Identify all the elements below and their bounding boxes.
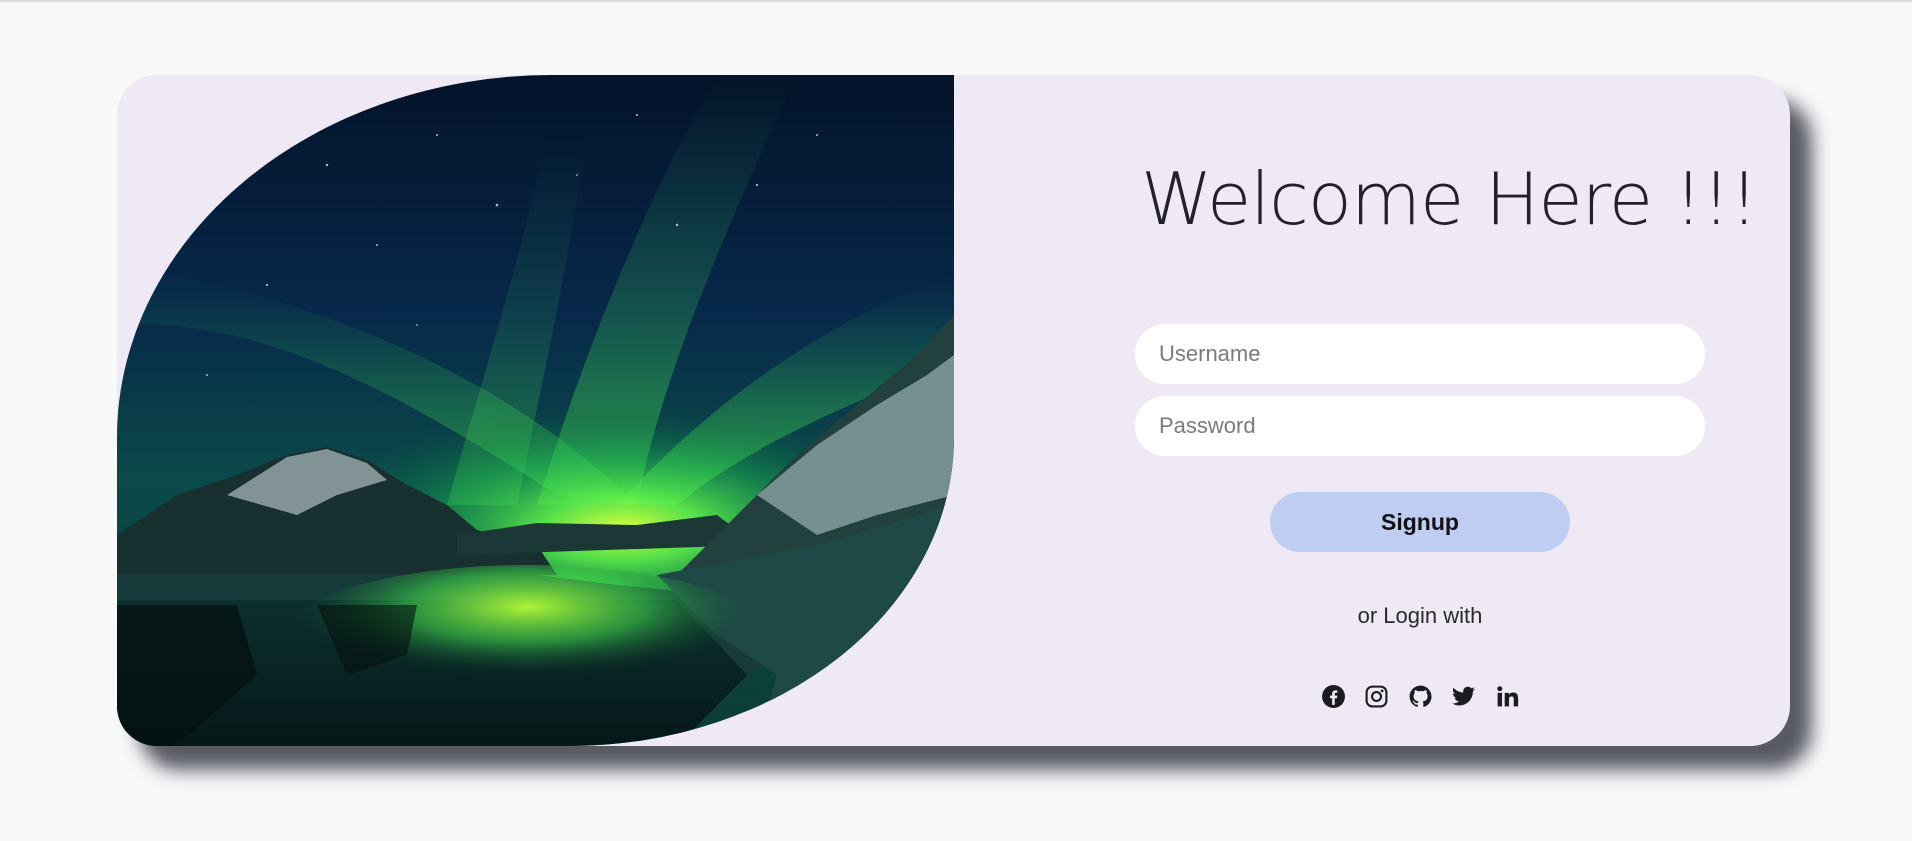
facebook-icon[interactable] bbox=[1320, 683, 1346, 709]
social-login-links bbox=[1320, 681, 1520, 711]
signup-button[interactable]: Signup bbox=[1270, 492, 1570, 552]
login-panel: Welcome Here !!! Signup or Login with bbox=[954, 75, 1790, 746]
instagram-icon[interactable] bbox=[1364, 683, 1390, 709]
linkedin-icon[interactable] bbox=[1494, 683, 1520, 709]
github-icon[interactable] bbox=[1407, 683, 1433, 709]
browser-top-border bbox=[0, 0, 1912, 2]
login-card: Welcome Here !!! Signup or Login with bbox=[117, 75, 1790, 746]
aurora-landscape-illustration bbox=[117, 75, 954, 746]
username-input[interactable] bbox=[1135, 324, 1705, 384]
page-title: Welcome Here !!! bbox=[1141, 157, 1758, 241]
password-input[interactable] bbox=[1135, 396, 1705, 456]
alt-login-text: or Login with bbox=[1357, 603, 1483, 628]
aurora-hero-image bbox=[117, 75, 954, 746]
twitter-icon[interactable] bbox=[1451, 683, 1477, 709]
